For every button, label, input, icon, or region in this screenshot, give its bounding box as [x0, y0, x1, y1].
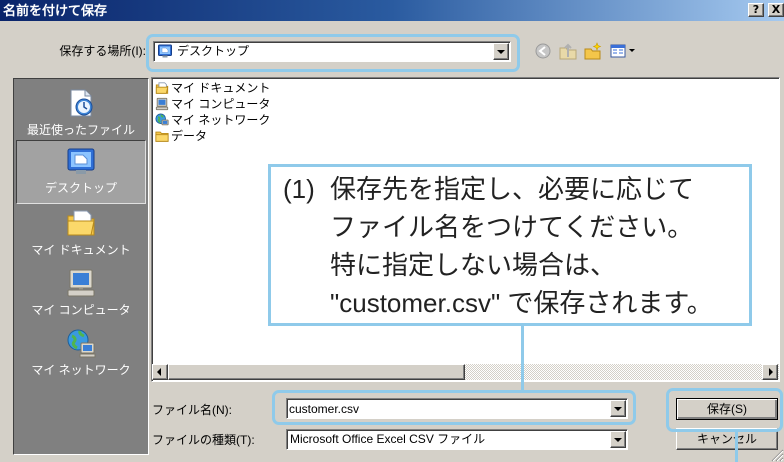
view-menu-icon [610, 43, 626, 59]
my-network-icon [155, 113, 169, 127]
annotation-connector [735, 432, 738, 462]
help-button[interactable]: ? [748, 3, 764, 17]
my-documents-icon [155, 81, 169, 95]
arrow-right-icon [769, 368, 773, 376]
annotation-highlight-filename [272, 390, 636, 425]
places-item-label: マイ ネットワーク [31, 363, 131, 377]
chevron-down-icon [614, 437, 622, 442]
arrow-left-icon [157, 368, 161, 376]
places-item-desktop[interactable]: デスクトップ [16, 140, 146, 204]
back-icon [535, 43, 551, 59]
places-item-label: 最近使ったファイル [26, 123, 135, 137]
new-folder-button[interactable] [582, 40, 604, 61]
file-name: データ [171, 129, 208, 143]
view-menu-button[interactable] [607, 40, 637, 61]
annotation-highlight-location [146, 34, 520, 72]
my-network-icon [65, 327, 97, 359]
annotation-connector [521, 325, 524, 391]
chevron-down-icon [628, 49, 635, 52]
back-button[interactable] [532, 40, 554, 61]
annotation-callout: (1) 保存先を指定し、必要に応じて ファイル名をつけてください。 特に指定しな… [268, 164, 752, 326]
file-name: マイ ネットワーク [171, 113, 271, 127]
scrollbar-thumb[interactable] [168, 364, 465, 380]
resize-grip-icon[interactable] [768, 446, 784, 462]
new-folder-icon [584, 41, 602, 60]
my-documents-icon [65, 207, 97, 239]
cancel-button-label: キャンセル [696, 432, 757, 446]
save-location-label: 保存する場所(I): [59, 44, 146, 58]
file-type-dropdown-button[interactable] [610, 431, 626, 448]
places-item-my-network[interactable]: マイ ネットワーク [16, 323, 146, 383]
scroll-right-button[interactable] [762, 364, 778, 380]
file-type-value: Microsoft Office Excel CSV ファイル [290, 432, 486, 446]
close-icon: X [771, 3, 781, 16]
file-type-label: ファイルの種類(T): [152, 433, 255, 447]
desktop-icon [65, 145, 97, 177]
file-name: マイ ドキュメント [171, 81, 271, 95]
file-name: マイ コンピュータ [171, 97, 271, 111]
file-name-label: ファイル名(N): [152, 403, 232, 417]
my-computer-icon [155, 97, 169, 111]
title-bar[interactable]: 名前を付けて保存 ? X [0, 0, 784, 21]
callout-line: 保存先を指定し、必要に応じて [330, 174, 695, 204]
places-item-label: マイ ドキュメント [31, 243, 131, 257]
places-bar: 最近使ったファイル デスクトップ マイ ドキュメント マイ コンピュータ マイ … [13, 78, 149, 455]
callout-line: ファイル名をつけてください。 [330, 212, 694, 242]
close-button[interactable]: X [768, 3, 784, 17]
list-item[interactable]: マイ ドキュメント [155, 80, 270, 96]
file-type-select[interactable]: Microsoft Office Excel CSV ファイル [286, 429, 628, 450]
places-item-recent[interactable]: 最近使ったファイル [16, 83, 146, 141]
help-icon: ? [752, 3, 760, 16]
horizontal-scrollbar[interactable] [152, 364, 779, 380]
callout-step-marker: (1) [283, 174, 315, 204]
window-title: 名前を付けて保存 [3, 3, 108, 18]
places-item-label: デスクトップ [44, 181, 117, 195]
scroll-left-button[interactable] [152, 364, 168, 380]
list-item[interactable]: データ [155, 128, 207, 144]
up-folder-button[interactable] [557, 40, 579, 61]
list-item[interactable]: マイ コンピュータ [155, 96, 270, 112]
places-item-my-computer[interactable]: マイ コンピュータ [16, 263, 146, 323]
my-computer-icon [65, 267, 97, 299]
places-item-label: マイ コンピュータ [31, 303, 131, 317]
folder-icon [155, 129, 169, 143]
up-folder-icon [559, 42, 577, 60]
callout-line: 特に指定しない場合は、 [330, 250, 617, 280]
list-item[interactable]: マイ ネットワーク [155, 112, 270, 128]
recent-files-icon [65, 87, 97, 119]
annotation-highlight-save [666, 388, 783, 432]
places-item-my-documents[interactable]: マイ ドキュメント [16, 203, 146, 263]
callout-line: "customer.csv" で保存されます。 [330, 288, 713, 318]
